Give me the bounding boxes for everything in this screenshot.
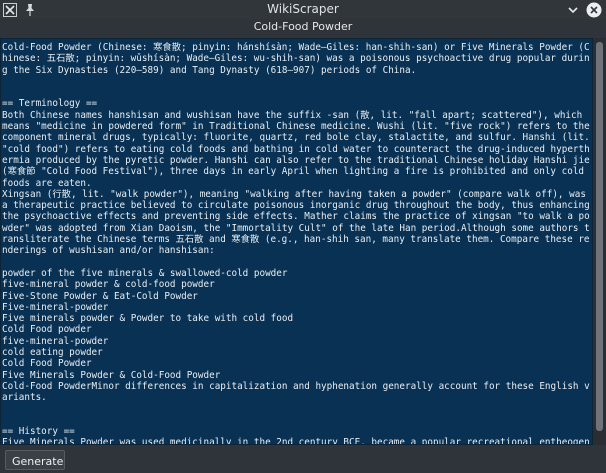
generate-button[interactable]: Generate [5,450,65,470]
window-title: WikiScraper [267,2,339,16]
article-text[interactable]: Cold-Food Powder (Chinese: 寒食散; pinyin: … [1,39,592,444]
scrollbar-thumb[interactable] [596,42,603,431]
article-text-area[interactable]: Cold-Food Powder (Chinese: 寒食散; pinyin: … [0,38,593,445]
close-icon[interactable] [586,2,602,18]
chevron-down-icon[interactable] [566,2,580,16]
vertical-scrollbar[interactable] [593,38,606,445]
title-bar: WikiScraper [0,0,606,19]
article-title: Cold-Food Powder [253,20,353,33]
